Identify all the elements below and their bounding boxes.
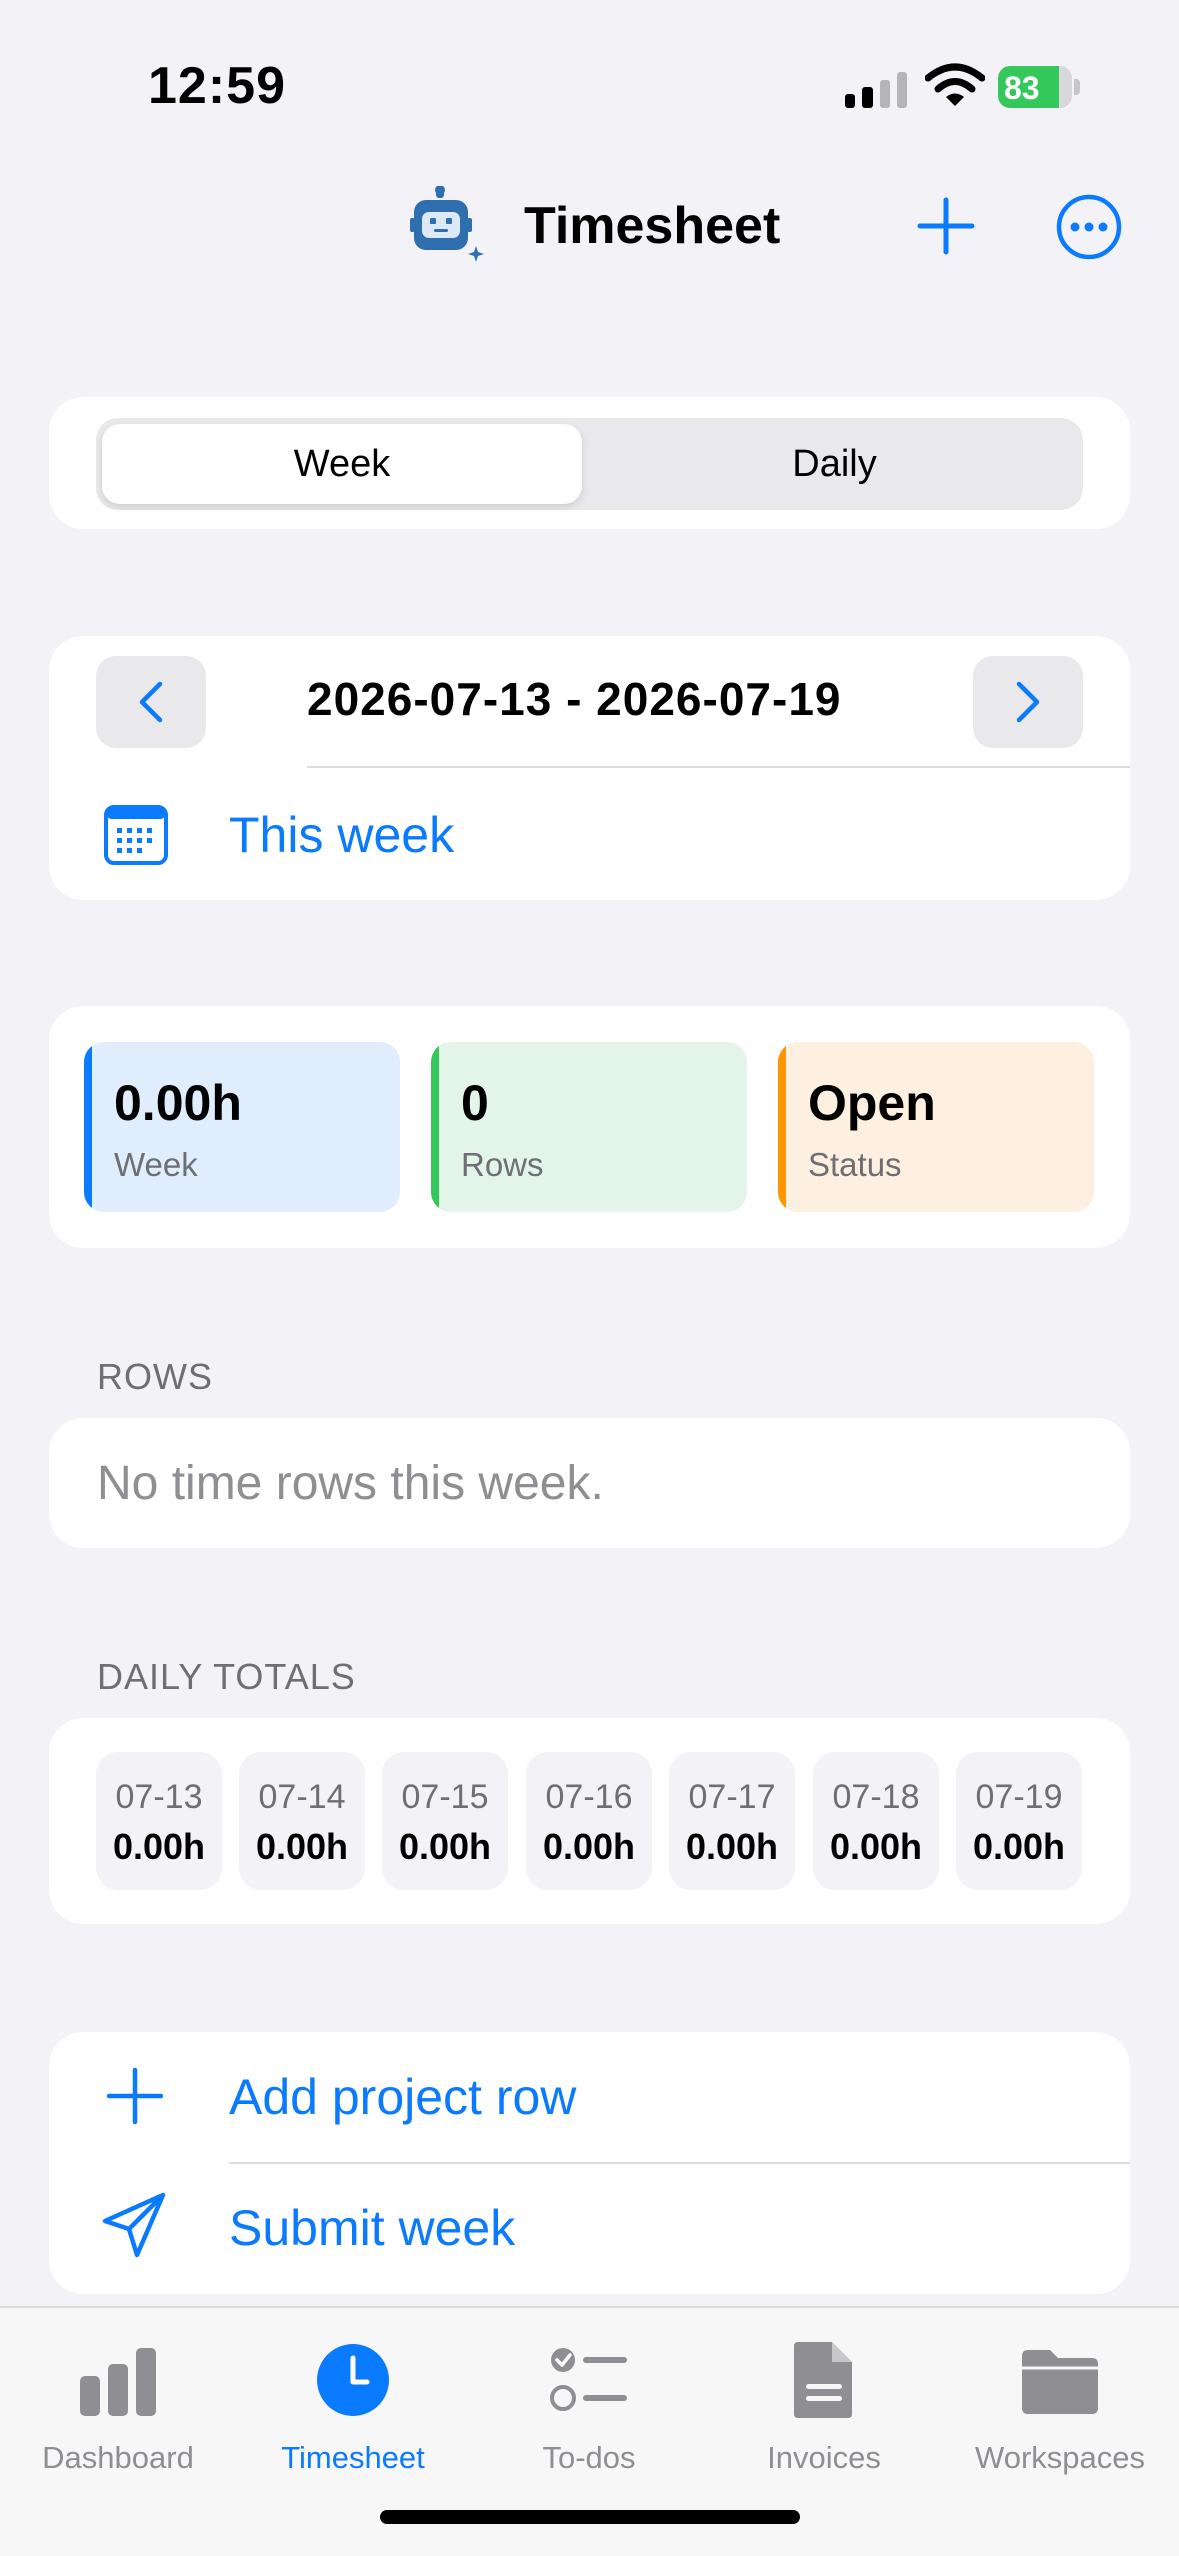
this-week-button[interactable]: This week (229, 806, 454, 864)
stat-status: Open Status (778, 1042, 1094, 1212)
tab-dashboard[interactable]: Dashboard (8, 2328, 228, 2478)
document-icon (794, 2342, 852, 2418)
add-project-row-label: Add project row (229, 2069, 577, 2125)
rows-card: No time rows this week. (49, 1418, 1130, 1548)
actions-card: Add project row Submit week (49, 2032, 1130, 2294)
checklist-icon (550, 2348, 627, 2411)
tab-todos[interactable]: To-dos (479, 2328, 699, 2478)
day-date: 07-16 (545, 1778, 633, 1816)
segment-week[interactable]: Week (102, 424, 582, 504)
day-date: 07-19 (975, 1778, 1063, 1816)
day-date: 07-13 (115, 1778, 203, 1816)
chevron-right-icon (1016, 681, 1040, 723)
rows-section-header: ROWS (97, 1356, 213, 1397)
stat-rows-count: 0 Rows (431, 1042, 747, 1212)
stat-value: 0.00h (114, 1075, 242, 1131)
day-hours: 0.00h (255, 1826, 349, 1867)
view-mode-card: Week Daily (49, 397, 1130, 529)
day-hours: 0.00h (398, 1826, 492, 1867)
submit-week-button[interactable]: Submit week (49, 2163, 1130, 2294)
ellipsis-circle-icon[interactable] (1056, 194, 1122, 260)
day-hours: 0.00h (112, 1826, 206, 1867)
tab-label: Invoices (767, 2440, 881, 2475)
next-week-button[interactable] (973, 656, 1083, 748)
day-date: 07-14 (258, 1778, 346, 1816)
home-indicator (380, 2510, 800, 2524)
daily-totals-header: DAILY TOTALS (97, 1656, 356, 1697)
daily-total-item: 07-14 0.00h (239, 1752, 365, 1890)
chevron-left-icon (139, 681, 163, 723)
tab-invoices[interactable]: Invoices (714, 2328, 934, 2478)
stat-value: 0 (461, 1075, 489, 1131)
page-title: Timesheet (524, 197, 781, 255)
daily-total-item: 07-19 0.00h (956, 1752, 1082, 1890)
robot-sparkle-icon (410, 186, 484, 262)
chart-bar-icon (80, 2348, 156, 2416)
submit-week-label: Submit week (229, 2200, 516, 2256)
stat-value: Open (808, 1075, 936, 1131)
date-navigation-card: 2026-07-13 - 2026-07-19 This week (49, 636, 1130, 900)
tab-label: Workspaces (975, 2440, 1145, 2475)
stat-label: Rows (461, 1146, 544, 1183)
plus-icon (106, 2067, 164, 2125)
summary-stats-card: 0.00h Week 0 Rows Open Status (49, 1006, 1130, 1248)
tab-timesheet[interactable]: Timesheet (243, 2328, 463, 2478)
calendar-icon[interactable] (103, 802, 169, 866)
stat-week-hours: 0.00h Week (84, 1042, 400, 1212)
daily-total-item: 07-16 0.00h (526, 1752, 652, 1890)
day-hours: 0.00h (542, 1826, 636, 1867)
tab-label: To-dos (542, 2440, 636, 2475)
tab-workspaces[interactable]: Workspaces (950, 2328, 1170, 2478)
daily-total-item: 07-13 0.00h (96, 1752, 222, 1890)
daily-total-item: 07-18 0.00h (813, 1752, 939, 1890)
segment-daily[interactable]: Daily (592, 424, 1077, 504)
battery-level: 83 (1004, 70, 1040, 106)
empty-rows-message: No time rows this week. (97, 1457, 604, 1510)
view-mode-segmented-control: Week Daily (96, 418, 1083, 510)
previous-week-button[interactable] (96, 656, 206, 748)
paper-plane-icon (102, 2192, 166, 2258)
plus-icon[interactable] (916, 196, 976, 256)
tab-label: Timesheet (281, 2440, 425, 2475)
week-date-range: 2026-07-13 - 2026-07-19 (307, 673, 842, 725)
stat-label: Week (114, 1146, 198, 1183)
tab-label: Dashboard (42, 2440, 194, 2475)
clock-icon (317, 2344, 389, 2416)
status-time: 12:59 (148, 57, 286, 115)
day-date: 07-15 (401, 1778, 489, 1816)
wifi-icon (925, 63, 985, 106)
add-project-row-button[interactable]: Add project row (49, 2032, 1130, 2163)
daily-total-item: 07-15 0.00h (382, 1752, 508, 1890)
day-hours: 0.00h (685, 1826, 779, 1867)
stat-label: Status (808, 1146, 902, 1183)
daily-total-item: 07-17 0.00h (669, 1752, 795, 1890)
divider (307, 766, 1130, 768)
day-hours: 0.00h (972, 1826, 1066, 1867)
day-date: 07-17 (688, 1778, 776, 1816)
daily-totals-card: 07-13 0.00h 07-14 0.00h 07-15 0.00h 07-1… (49, 1718, 1130, 1924)
day-hours: 0.00h (829, 1826, 923, 1867)
cellular-signal-icon (845, 72, 907, 108)
day-date: 07-18 (832, 1778, 920, 1816)
battery-indicator: 83 (998, 66, 1080, 108)
folder-icon (1022, 2350, 1098, 2414)
